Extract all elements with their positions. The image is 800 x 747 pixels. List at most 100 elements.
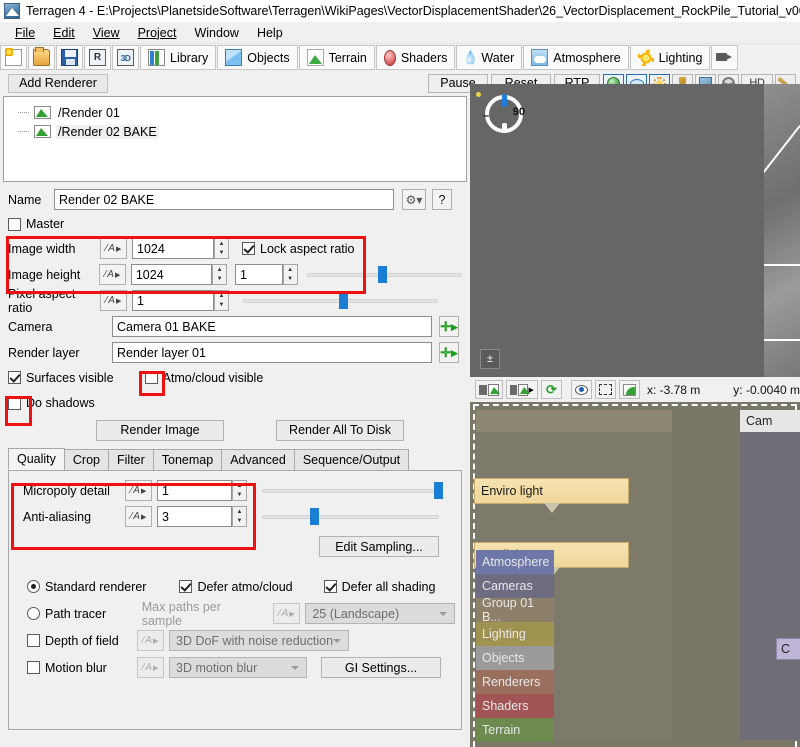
objects-button[interactable]: Objects [217, 45, 298, 70]
pixel-aspect-function-button[interactable]: ⁄ A ▶ [100, 290, 127, 311]
lock-aspect-ratio-checkbox[interactable]: Lock aspect ratio [242, 242, 355, 256]
add-renderer-button[interactable]: Add Renderer [8, 73, 108, 93]
crop-region-button[interactable] [594, 380, 616, 399]
micropoly-function-button[interactable]: ⁄ A ▶ [125, 480, 152, 501]
terrain-button[interactable]: Terrain [298, 45, 375, 70]
gear-dropdown-icon[interactable]: ⚙▾ [402, 189, 426, 210]
cameras-button[interactable] [711, 45, 739, 70]
atmosphere-button[interactable]: Atmosphere [523, 45, 629, 70]
add-camera-button[interactable]: ✛▸ [439, 316, 459, 337]
micropoly-detail-slider[interactable] [262, 480, 443, 501]
atmo-cloud-visible-checkbox[interactable]: Atmo/cloud visible [144, 371, 263, 385]
antialias-function-button[interactable]: ⁄ A ▶ [125, 506, 152, 527]
slider-thumb[interactable] [433, 482, 443, 499]
node-category-renderers[interactable]: Renderers [476, 670, 554, 694]
do-shadows-checkbox[interactable]: Do shadows [8, 396, 95, 410]
motion-blur-function-button[interactable]: ⁄ A ▶ [137, 657, 164, 678]
render-preview-viewport[interactable]: – 90 ± [470, 84, 800, 377]
save-project-button[interactable] [56, 45, 83, 70]
tab-tonemap[interactable]: Tonemap [152, 449, 223, 470]
list-item[interactable]: /Render 02 BAKE [8, 122, 462, 141]
compass-widget[interactable]: – 90 [476, 92, 526, 136]
node-category-list[interactable]: Atmosphere Cameras Group 01 B... Lightin… [476, 550, 554, 742]
defer-atmo-cloud-checkbox[interactable]: Defer atmo/cloud [179, 580, 293, 594]
max-paths-dropdown[interactable]: 25 (Landscape) [305, 603, 455, 624]
renderer-node-list[interactable]: /Render 01 /Render 02 BAKE [3, 96, 467, 182]
camera-input[interactable]: Camera 01 BAKE [112, 316, 432, 337]
help-button[interactable]: ? [432, 189, 452, 210]
render-current-view-button[interactable] [475, 380, 503, 399]
shaders-button[interactable]: Shaders [375, 45, 456, 70]
add-render-layer-button[interactable]: ✛▸ [439, 342, 459, 363]
menu-edit[interactable]: Edit [44, 24, 84, 42]
gi-settings-button[interactable]: GI Settings... [321, 657, 441, 678]
cameras-group-panel[interactable]: Cam C [740, 410, 800, 740]
node-category-shaders[interactable]: Shaders [476, 694, 554, 718]
list-item[interactable]: /Render 01 [8, 103, 462, 122]
menu-view[interactable]: View [84, 24, 129, 42]
node-category-objects[interactable]: Objects [476, 646, 554, 670]
image-width-input[interactable]: 1024 [132, 238, 214, 259]
path-tracer-radio[interactable]: Path tracer [27, 607, 137, 621]
render-image-button[interactable]: Render Image [96, 419, 224, 441]
image-height-function-button[interactable]: ⁄ A ▶ [99, 264, 126, 285]
dof-function-button[interactable]: ⁄ A ▶ [137, 630, 164, 651]
node-category-cameras[interactable]: Cameras [476, 574, 554, 598]
image-width-function-button[interactable]: ⁄ A ▶ [100, 238, 127, 259]
motion-blur-mode-dropdown[interactable]: 3D motion blur [169, 657, 307, 678]
tab-advanced[interactable]: Advanced [221, 449, 295, 470]
tab-quality[interactable]: Quality [8, 448, 65, 470]
render-view-button[interactable]: R [84, 45, 111, 70]
max-paths-function-button[interactable]: ⁄ A ▶ [273, 603, 301, 624]
motion-blur-checkbox[interactable]: Motion blur [27, 661, 137, 675]
menu-help[interactable]: Help [248, 24, 292, 42]
dof-mode-dropdown[interactable]: 3D DoF with noise reduction [169, 630, 349, 651]
new-project-button[interactable] [0, 45, 27, 70]
render-options-button[interactable]: ▶ [505, 380, 538, 399]
image-width-stepper[interactable]: ▲ ▼ [214, 238, 229, 259]
tab-crop[interactable]: Crop [63, 449, 109, 470]
anti-aliasing-input[interactable]: 3 [157, 506, 232, 527]
slider-thumb[interactable] [309, 508, 319, 525]
water-button[interactable]: Water [456, 45, 523, 70]
node-graph-viewport[interactable]: Enviro light Sunlight 01 Atmosphere Came… [470, 402, 800, 747]
three-d-view-button[interactable]: 3D [112, 45, 139, 70]
aspect-ratio-input[interactable]: 1 [235, 264, 283, 285]
render-layer-input[interactable]: Render layer 01 [112, 342, 432, 363]
menu-project[interactable]: Project [129, 24, 186, 42]
node-category-lighting[interactable]: Lighting [476, 622, 554, 646]
camera-node-chip[interactable]: C [776, 638, 800, 660]
menu-window[interactable]: Window [185, 24, 247, 42]
aspect-ratio-stepper[interactable]: ▲ ▼ [282, 264, 298, 285]
defer-all-shading-checkbox[interactable]: Defer all shading [323, 580, 435, 594]
refresh-button[interactable]: ⟳ [540, 380, 562, 399]
node-enviro-light[interactable]: Enviro light [474, 478, 629, 513]
depth-of-field-checkbox[interactable]: Depth of field [27, 634, 137, 648]
micropoly-detail-input[interactable]: 1 [157, 480, 232, 501]
pixel-aspect-ratio-input[interactable]: 1 [132, 290, 214, 311]
slider-thumb[interactable] [378, 266, 388, 283]
exposure-icon[interactable]: ± [480, 349, 500, 369]
node-category-terrain[interactable]: Terrain [476, 718, 554, 742]
antialias-stepper[interactable]: ▲ ▼ [232, 506, 247, 527]
standard-renderer-radio[interactable]: Standard renderer [27, 580, 146, 594]
tab-sequence-output[interactable]: Sequence/Output [293, 449, 410, 470]
pixel-aspect-ratio-slider[interactable] [243, 290, 438, 311]
open-project-button[interactable] [28, 45, 55, 70]
pixel-aspect-stepper[interactable]: ▲ ▼ [214, 290, 229, 311]
node-category-group-01[interactable]: Group 01 B... [476, 596, 554, 624]
name-input[interactable]: Render 02 BAKE [54, 189, 394, 210]
tonemap-curve-button[interactable] [618, 380, 640, 399]
image-height-input[interactable]: 1024 [130, 264, 213, 285]
visibility-button[interactable] [570, 380, 592, 399]
anti-aliasing-slider[interactable] [262, 506, 439, 527]
node-category-atmosphere[interactable]: Atmosphere [476, 550, 554, 574]
slider-thumb[interactable] [338, 292, 348, 309]
micropoly-stepper[interactable]: ▲ ▼ [232, 480, 247, 501]
image-height-stepper[interactable]: ▲ ▼ [212, 264, 228, 285]
edit-sampling-button[interactable]: Edit Sampling... [319, 536, 439, 557]
surfaces-visible-checkbox[interactable]: Surfaces visible [8, 371, 114, 385]
aspect-ratio-slider[interactable] [306, 264, 462, 285]
tab-filter[interactable]: Filter [108, 449, 154, 470]
menu-file[interactable]: File [6, 24, 44, 42]
